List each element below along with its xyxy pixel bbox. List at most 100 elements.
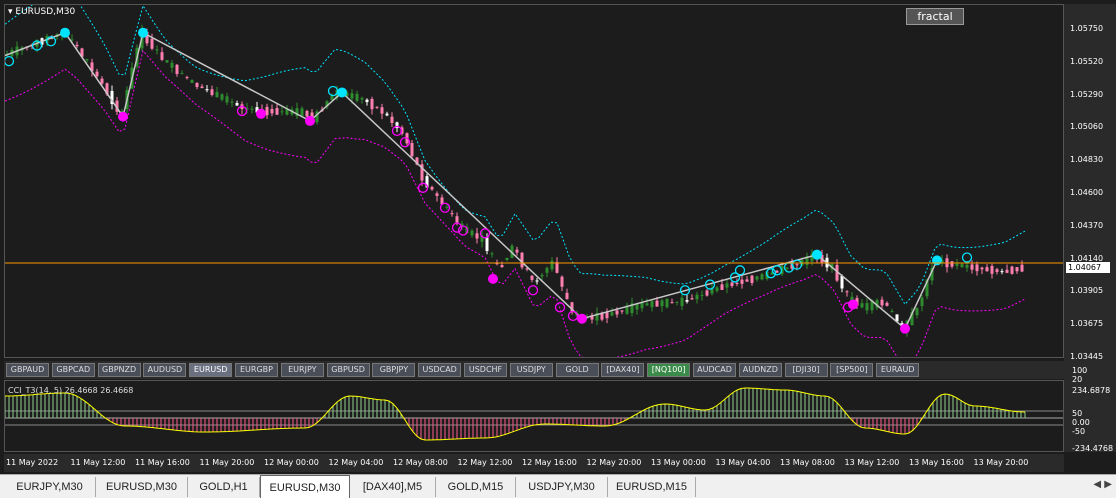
time-tick-label: 13 May 00:00 xyxy=(651,458,706,467)
candle xyxy=(490,251,494,258)
candle xyxy=(555,257,559,274)
chart-tab[interactable]: EURUSD,M15 xyxy=(608,477,696,497)
candle xyxy=(420,159,424,186)
time-tick-label: 12 May 20:00 xyxy=(586,458,642,467)
chart-tab[interactable]: EURUSD,M30 xyxy=(260,475,350,498)
price-tick-label: 1.05290 xyxy=(1070,89,1104,99)
candle xyxy=(545,266,549,278)
candle xyxy=(750,274,754,286)
fractal-marker-hollow xyxy=(417,182,429,193)
price-tick-label: 1.04830 xyxy=(1070,155,1104,165)
candle xyxy=(915,307,919,319)
candle xyxy=(355,90,359,103)
symbol-button[interactable]: USDJPY xyxy=(509,363,553,377)
candle xyxy=(275,103,279,116)
candle xyxy=(530,275,534,283)
symbol-button[interactable]: GBPAUD xyxy=(6,363,49,377)
candle xyxy=(430,185,434,191)
time-tick-label: 12 May 08:00 xyxy=(393,458,448,467)
fractal-marker xyxy=(577,313,587,324)
chart-tab[interactable]: [DAX40],M5 xyxy=(350,477,436,497)
chart-tab[interactable]: EURJPY,M30 xyxy=(4,477,96,497)
chart-tab[interactable]: GOLD,H1 xyxy=(188,477,260,497)
chart-tab[interactable]: USDJPY,M30 xyxy=(516,477,608,497)
candle xyxy=(240,101,244,115)
title-arrow-icon[interactable]: ▾ xyxy=(8,7,13,17)
symbol-button[interactable]: EURJPY xyxy=(280,363,324,377)
cci-indicator-pane[interactable] xyxy=(4,380,1064,452)
symbol-button[interactable]: AUDNZD xyxy=(738,363,782,377)
symbol-button[interactable]: AUDUSD xyxy=(143,363,187,377)
symbol-button[interactable]: GBPUSD xyxy=(326,363,370,377)
fractal-marker xyxy=(60,27,70,38)
scroll-right-icon[interactable]: ▶ xyxy=(1104,479,1112,490)
candle xyxy=(380,103,384,120)
symbol-button[interactable]: GBPCAD xyxy=(51,363,95,377)
candle xyxy=(185,75,189,80)
candle xyxy=(1010,265,1014,275)
symbol-button[interactable]: EURUSD xyxy=(189,363,233,377)
candle xyxy=(710,284,714,296)
candle xyxy=(20,45,24,55)
fractal-marker-hollow xyxy=(567,310,579,322)
price-tick-label: 1.04600 xyxy=(1070,188,1104,197)
candle xyxy=(980,266,984,275)
time-tick-label: 12 May 04:00 xyxy=(328,458,384,467)
candle xyxy=(475,227,479,244)
candle xyxy=(990,263,994,279)
scroll-left-icon[interactable]: ◀ xyxy=(1093,479,1101,490)
candle xyxy=(595,307,599,326)
candle xyxy=(165,59,169,64)
fractal-button[interactable]: fractal xyxy=(906,8,964,25)
candle xyxy=(890,308,894,313)
candle xyxy=(590,312,594,324)
candle xyxy=(630,297,634,317)
price-chart-pane[interactable] xyxy=(3,0,1064,371)
time-tick-label: 13 May 12:00 xyxy=(844,458,900,467)
candle xyxy=(155,45,159,55)
chart-window: ▾ EURUSD,M30 fractal GBPAUD GBPCAD GBPNZD A… xyxy=(0,0,1116,498)
symbol-button[interactable]: [SP500] xyxy=(830,363,874,377)
fractal-marker xyxy=(488,273,498,284)
fractal-marker xyxy=(900,323,910,334)
time-tick-label: 11 May 2022 xyxy=(6,458,59,467)
candle xyxy=(360,96,364,104)
candle xyxy=(160,47,164,62)
price-tick-label: 1.05750 xyxy=(1070,24,1104,33)
symbol-button[interactable]: USDCAD xyxy=(418,363,462,377)
symbol-button[interactable]: EURGBP xyxy=(235,363,278,377)
current-price-tag: 1.04067 xyxy=(1066,262,1110,273)
candle xyxy=(640,298,644,312)
symbol-button[interactable]: GBPJPY xyxy=(372,363,416,377)
time-axis[interactable]: 11 May 2022 11 May 12:00 11 May 16:00 11 Ma… xyxy=(4,454,1064,472)
tab-scroll-arrows[interactable]: ◀ ▶ xyxy=(1093,479,1112,490)
symbol-button[interactable]: GBPNZD xyxy=(97,363,141,377)
symbol-button[interactable]: USDCHF xyxy=(464,363,507,377)
candle xyxy=(170,59,174,73)
symbol-button[interactable]: [NQ100] xyxy=(647,363,691,377)
chart-symbol-label: EURUSD,M30 xyxy=(15,7,76,17)
time-tick-label: 13 May 20:00 xyxy=(973,458,1029,467)
fractal-marker xyxy=(932,255,942,266)
chart-tab[interactable]: GOLD,M15 xyxy=(436,477,516,497)
symbol-button[interactable]: [DJI30] xyxy=(784,363,828,377)
symbol-button[interactable]: AUDCAD xyxy=(693,363,736,377)
symbol-button[interactable]: [DAX40] xyxy=(601,363,645,377)
chart-tab[interactable]: EURUSD,M30 xyxy=(96,477,188,497)
zigzag-line xyxy=(4,31,938,330)
price-axis[interactable]: 1.05750 1.05520 1.05290 1.05060 1.04830 1.046… xyxy=(1064,4,1116,453)
candle xyxy=(610,307,614,317)
candle xyxy=(190,79,194,83)
candlestick-chart[interactable] xyxy=(3,0,1063,371)
fractal-marker xyxy=(256,108,266,119)
indicator-tick-label: 50 xyxy=(1072,409,1083,418)
candle xyxy=(505,257,509,262)
price-tick-label: 1.05060 xyxy=(1070,122,1104,132)
candle xyxy=(740,275,744,289)
symbol-button[interactable]: EURAUD xyxy=(876,363,920,377)
candle xyxy=(760,272,764,281)
candle xyxy=(650,300,654,312)
candle xyxy=(565,288,569,300)
symbol-button[interactable]: GOLD xyxy=(555,363,599,377)
candle xyxy=(390,112,394,128)
